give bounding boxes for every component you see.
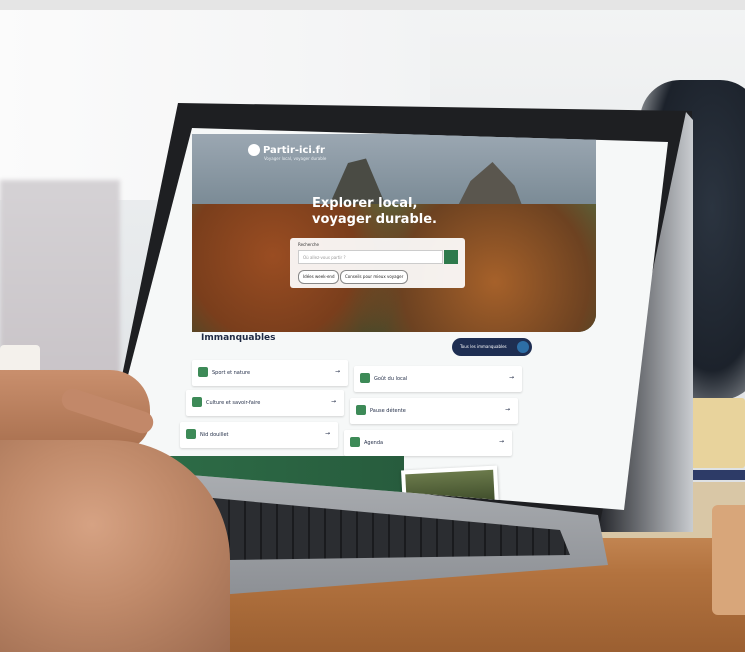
logo-tagline: Voyager local, voyager durable [264, 156, 327, 161]
hero-banner: Partir-ici.fr Voyager local, voyager dur… [192, 134, 596, 332]
mug [712, 505, 745, 615]
museum-icon [192, 397, 202, 407]
arrow-icon: → [508, 374, 514, 381]
card-nid-douillet[interactable]: Nid douillet → [180, 422, 338, 448]
card-label: Sport et nature [212, 370, 251, 376]
section-title: Immanquables [201, 333, 276, 343]
leaf-icon [198, 367, 208, 377]
arrow-icon: → [334, 368, 340, 375]
card-pause-detente[interactable]: Pause détente → [350, 398, 518, 424]
card-label: Goût du local [374, 376, 408, 382]
top-strip [0, 0, 745, 10]
all-button-label: Tous les immanquables [460, 344, 507, 349]
card-label: Agenda [364, 440, 384, 446]
search-button[interactable] [444, 250, 458, 264]
card-agenda[interactable]: Agenda → [344, 430, 512, 456]
card-sport-nature[interactable]: Sport et nature → [192, 360, 348, 386]
basket-icon [360, 373, 370, 383]
card-label: Culture et savoir-faire [206, 400, 261, 406]
search-input[interactable]: Où allez-vous partir ? [298, 250, 443, 264]
arrow-icon [517, 341, 529, 353]
hero-title: Explorer local, voyager durable. [312, 196, 437, 227]
photo-scene: Partir-ici.fr Voyager local, voyager dur… [0, 0, 745, 652]
arrow-icon: → [498, 438, 504, 445]
arrow-icon: → [324, 430, 330, 437]
card-culture[interactable]: Culture et savoir-faire → [186, 390, 344, 416]
pill-weekend[interactable]: Idées week-end [298, 270, 340, 284]
laptop-screen: Partir-ici.fr Voyager local, voyager dur… [104, 128, 668, 510]
card-gout-local[interactable]: Goût du local → [354, 366, 522, 392]
search-card: Recherche Où allez-vous partir ? Idées w… [290, 238, 465, 288]
spa-icon [356, 405, 366, 415]
card-label: Nid douillet [200, 432, 229, 438]
logo-icon [248, 144, 260, 156]
house-icon [186, 429, 196, 439]
site-logo[interactable]: Partir-ici.fr [248, 144, 325, 156]
card-label: Pause détente [370, 408, 406, 414]
arrow-icon: → [330, 398, 336, 405]
calendar-icon [350, 437, 360, 447]
arrow-icon: → [504, 406, 510, 413]
all-button[interactable]: Tous les immanquables [452, 338, 532, 356]
search-label: Recherche [298, 242, 320, 247]
logo-text: Partir-ici.fr [263, 144, 325, 156]
pill-conseils[interactable]: Conseils pour mieux voyager [340, 270, 409, 284]
